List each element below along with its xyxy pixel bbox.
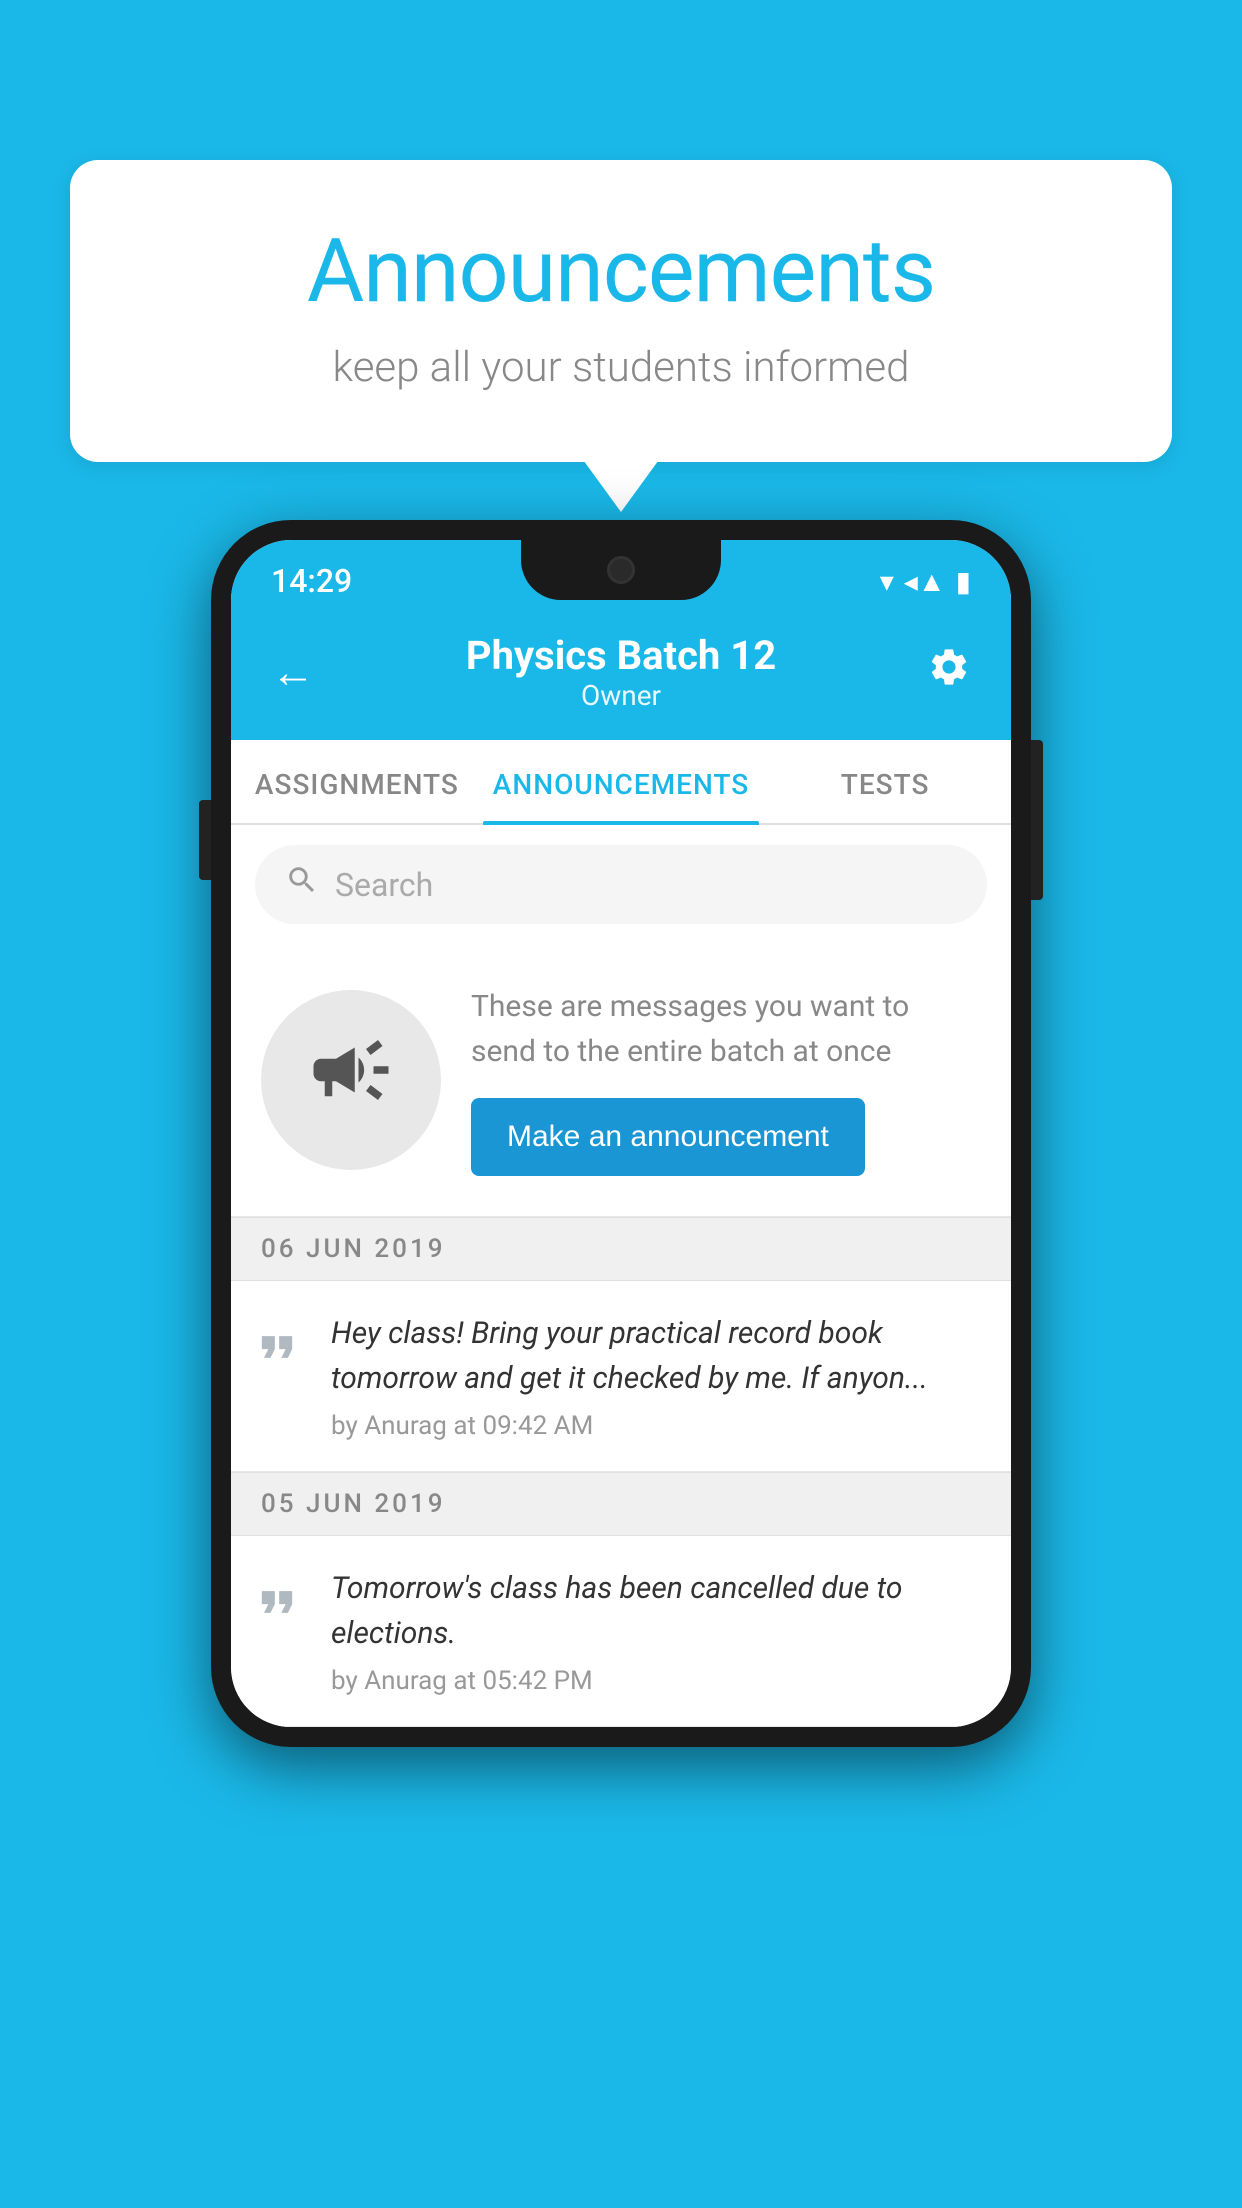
cta-description: These are messages you want to send to t…	[471, 984, 981, 1074]
announcement-text-2: Tomorrow's class has been cancelled due …	[331, 1566, 981, 1656]
header-title: Physics Batch 12	[466, 632, 776, 679]
bubble-subtitle: keep all your students informed	[150, 343, 1092, 392]
date-sep-text-2: 05 JUN 2019	[261, 1489, 446, 1519]
tab-tests[interactable]: TESTS	[759, 740, 1011, 823]
speech-bubble: Announcements keep all your students inf…	[70, 160, 1172, 462]
announcement-item-1[interactable]: Hey class! Bring your practical record b…	[231, 1281, 1011, 1472]
wifi-icon: ▾	[880, 565, 894, 598]
megaphone-circle	[261, 990, 441, 1170]
date-sep-text-1: 06 JUN 2019	[261, 1234, 446, 1264]
status-icons: ▾ ◂▲ ▮	[880, 565, 971, 598]
settings-button[interactable]	[927, 645, 971, 700]
megaphone-icon	[306, 1025, 396, 1135]
announcement-meta-2: by Anurag at 05:42 PM	[331, 1666, 981, 1696]
announcement-meta-1: by Anurag at 09:42 AM	[331, 1411, 981, 1441]
app-header: ← Physics Batch 12 Owner	[231, 612, 1011, 740]
announcement-item-2[interactable]: Tomorrow's class has been cancelled due …	[231, 1536, 1011, 1727]
search-placeholder: Search	[335, 866, 433, 904]
make-announcement-button[interactable]: Make an announcement	[471, 1098, 865, 1176]
cta-right: These are messages you want to send to t…	[471, 984, 981, 1176]
tab-assignments[interactable]: ASSIGNMENTS	[231, 740, 483, 823]
search-bar[interactable]: Search	[255, 845, 987, 924]
signal-icon: ◂▲	[904, 565, 946, 598]
search-container: Search	[231, 825, 1011, 944]
tabs-bar: ASSIGNMENTS ANNOUNCEMENTS TESTS	[231, 740, 1011, 825]
phone-screen: 14:29 ▾ ◂▲ ▮ ← Physics Batch 12 Owner	[231, 540, 1011, 1727]
date-separator-2: 05 JUN 2019	[231, 1472, 1011, 1536]
header-center: Physics Batch 12 Owner	[466, 632, 776, 712]
phone-outer: 14:29 ▾ ◂▲ ▮ ← Physics Batch 12 Owner	[211, 520, 1031, 1747]
back-button[interactable]: ←	[271, 646, 315, 698]
announcement-text-1: Hey class! Bring your practical record b…	[331, 1311, 981, 1401]
header-subtitle: Owner	[466, 679, 776, 712]
announcement-content-1: Hey class! Bring your practical record b…	[331, 1311, 981, 1441]
announcement-content-2: Tomorrow's class has been cancelled due …	[331, 1566, 981, 1696]
search-icon	[285, 863, 319, 906]
phone-notch	[521, 540, 721, 600]
quote-icon-1	[251, 1321, 311, 1382]
announcement-cta: These are messages you want to send to t…	[231, 944, 1011, 1217]
phone-camera	[607, 556, 635, 584]
battery-icon: ▮	[956, 565, 971, 598]
quote-icon-2	[251, 1576, 311, 1637]
date-separator-1: 06 JUN 2019	[231, 1217, 1011, 1281]
phone-wrapper: 14:29 ▾ ◂▲ ▮ ← Physics Batch 12 Owner	[211, 520, 1031, 1747]
speech-bubble-container: Announcements keep all your students inf…	[70, 160, 1172, 462]
bubble-title: Announcements	[150, 220, 1092, 323]
tab-announcements[interactable]: ANNOUNCEMENTS	[483, 740, 759, 823]
status-time: 14:29	[271, 562, 352, 600]
